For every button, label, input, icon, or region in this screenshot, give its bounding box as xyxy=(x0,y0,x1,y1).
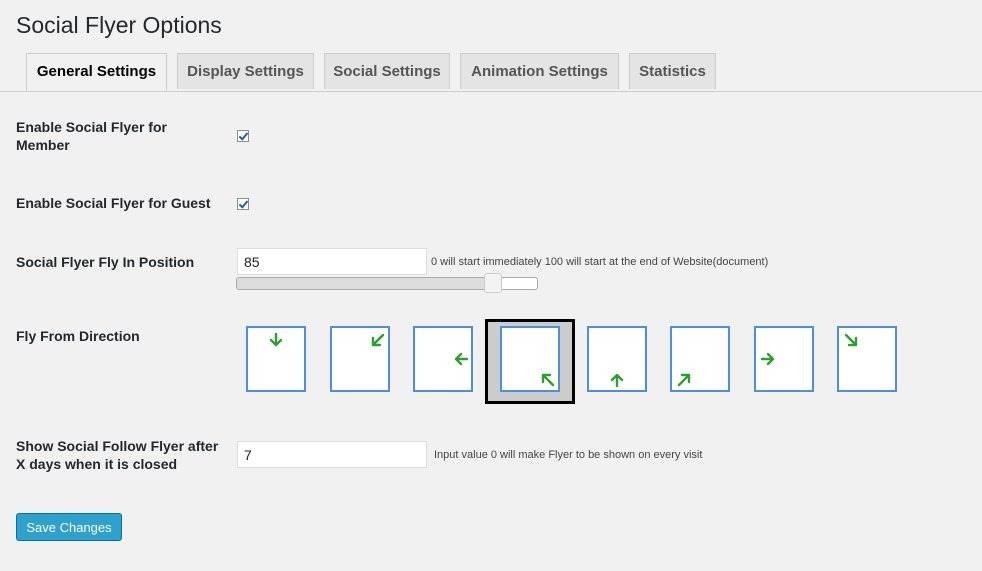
arrow-up-right-icon xyxy=(677,373,691,387)
days-label: Show Social Follow Flyer after X days wh… xyxy=(16,438,219,472)
arrow-right-icon xyxy=(760,352,775,366)
direction-label: Fly From Direction xyxy=(16,328,140,344)
direction-bottom-right-box xyxy=(500,326,560,392)
direction-bottom-right-button[interactable] xyxy=(485,319,575,404)
direction-bottom-left-button[interactable] xyxy=(670,326,730,392)
position-input[interactable] xyxy=(237,248,427,275)
direction-top-right-button[interactable] xyxy=(330,326,390,392)
page-title: Social Flyer Options xyxy=(16,12,222,38)
tab-general-settings[interactable]: General Settings xyxy=(26,53,167,91)
days-input[interactable] xyxy=(237,441,427,468)
member-label: Enable Social Flyer for Member xyxy=(16,119,167,153)
direction-right-button[interactable] xyxy=(413,326,473,392)
arrow-down-left-icon xyxy=(371,333,385,347)
tab-display-settings[interactable]: Display Settings xyxy=(177,53,314,89)
tab-statistics[interactable]: Statistics xyxy=(629,53,716,89)
direction-top-left-button[interactable] xyxy=(837,326,897,392)
direction-bottom-button[interactable] xyxy=(587,326,647,392)
arrow-down-icon xyxy=(269,332,283,347)
tab-animation-settings[interactable]: Animation Settings xyxy=(460,53,619,89)
days-help: Input value 0 will make Flyer to be show… xyxy=(434,449,703,461)
arrow-down-right-icon xyxy=(844,333,858,347)
direction-left-button[interactable] xyxy=(754,326,814,392)
tab-social-settings[interactable]: Social Settings xyxy=(324,53,450,89)
guest-checkbox[interactable] xyxy=(237,198,249,210)
direction-top-button[interactable] xyxy=(246,326,306,392)
save-button[interactable]: Save Changes xyxy=(16,513,122,541)
position-slider-handle[interactable] xyxy=(483,273,502,293)
arrow-up-icon xyxy=(610,373,624,388)
arrow-left-icon xyxy=(454,352,469,366)
guest-label: Enable Social Flyer for Guest xyxy=(16,195,211,211)
position-slider-range xyxy=(237,278,492,289)
member-checkbox[interactable] xyxy=(237,130,249,142)
tab-bar: General Settings Display Settings Social… xyxy=(0,53,982,92)
position-label: Social Flyer Fly In Position xyxy=(16,254,195,270)
position-help: 0 will start immediately 100 will start … xyxy=(431,256,769,268)
arrow-up-left-icon xyxy=(541,373,555,387)
